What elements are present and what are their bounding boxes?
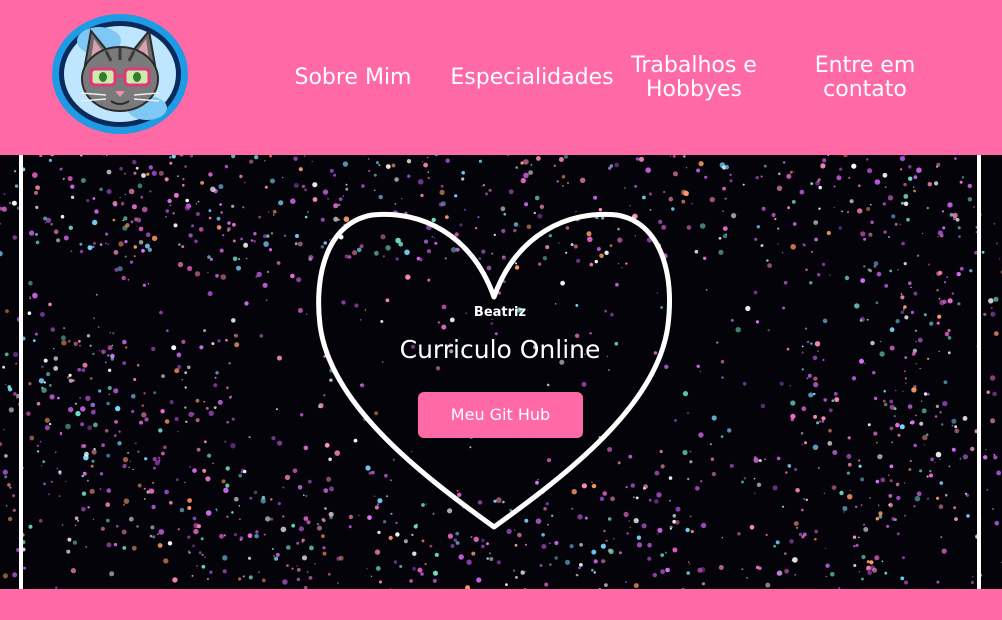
nav-sobre-mim[interactable]: Sobre Mim xyxy=(282,66,424,90)
github-button[interactable]: Meu Git Hub xyxy=(418,392,583,438)
site-footer xyxy=(0,589,1002,620)
nav-especialidades[interactable]: Especialidades xyxy=(446,66,618,90)
nav-trabalhos-hobbyes[interactable]: Trabalhos e Hobbyes xyxy=(622,54,766,102)
nav-entre-em-contato[interactable]: Entre em contato xyxy=(796,54,934,102)
hero-subtitle: Beatriz xyxy=(473,305,527,320)
frame-left-border xyxy=(19,155,23,589)
frame-right-border xyxy=(977,155,981,589)
cat-logo-icon[interactable] xyxy=(51,13,190,135)
hero-title: Curriculo Online xyxy=(399,335,601,364)
site-header: Sobre Mim Especialidades Trabalhos e Hob… xyxy=(0,0,1002,155)
heart-outline-icon xyxy=(316,211,672,530)
